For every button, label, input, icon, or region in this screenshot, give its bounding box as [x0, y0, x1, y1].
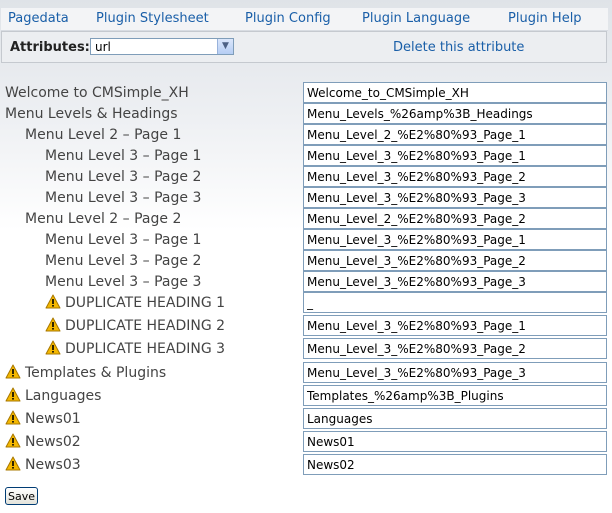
page-row: Menu Level 3 – Page 2	[0, 166, 612, 187]
url-field[interactable]	[303, 385, 607, 406]
warning-icon	[45, 317, 61, 332]
page-heading-label: Menu Levels & Headings	[5, 106, 178, 122]
url-field[interactable]	[303, 124, 607, 145]
page-row: Menu Levels & Headings	[0, 103, 612, 124]
url-field[interactable]	[303, 166, 607, 187]
page-row: DUPLICATE HEADING 1	[0, 292, 612, 313]
url-field[interactable]	[303, 408, 607, 429]
menu-plugin-help[interactable]: Plugin Help	[508, 11, 582, 26]
page-row: Menu Level 3 – Page 1	[0, 145, 612, 166]
url-field[interactable]	[303, 271, 607, 292]
page-heading-label: Templates & Plugins	[25, 365, 167, 381]
url-field[interactable]	[303, 250, 607, 271]
chevron-down-icon[interactable]: ▼	[217, 39, 233, 54]
attributes-select[interactable]: url ▼	[90, 38, 234, 55]
warning-icon	[5, 433, 21, 448]
url-field[interactable]	[303, 454, 607, 475]
plugin-menu-bar: Pagedata Plugin Stylesheet Plugin Config…	[1, 8, 608, 31]
menu-plugin-config[interactable]: Plugin Config	[245, 11, 331, 26]
warning-icon	[45, 294, 61, 309]
page-row: Languages	[0, 385, 612, 406]
page-heading-label: News03	[25, 457, 81, 473]
url-field[interactable]	[303, 292, 607, 313]
page-heading-label: Menu Level 2 – Page 2	[25, 211, 182, 227]
save-button[interactable]: Save	[5, 487, 39, 505]
url-field[interactable]	[303, 208, 607, 229]
attributes-select-value: url	[95, 40, 111, 54]
warning-icon	[45, 340, 61, 355]
attributes-bar: Attributes: url ▼ Delete this attribute	[1, 31, 607, 63]
url-field[interactable]	[303, 315, 607, 336]
page-heading-label: Menu Level 3 – Page 3	[45, 190, 202, 206]
page-heading-label: Menu Level 3 – Page 1	[45, 232, 202, 248]
page-row: Menu Level 3 – Page 2	[0, 250, 612, 271]
menu-plugin-stylesheet[interactable]: Plugin Stylesheet	[96, 11, 209, 26]
warning-icon	[5, 410, 21, 425]
page-row: Menu Level 3 – Page 3	[0, 271, 612, 292]
page-heading-label: Welcome to CMSimple_XH	[5, 85, 189, 101]
url-field[interactable]	[303, 431, 607, 452]
url-field[interactable]	[303, 229, 607, 250]
page-heading-label: News01	[25, 411, 81, 427]
warning-icon	[5, 364, 21, 379]
url-field[interactable]	[303, 362, 607, 383]
page-heading-label: Menu Level 3 – Page 2	[45, 169, 202, 185]
url-field[interactable]	[303, 145, 607, 166]
page-row: News03	[0, 454, 612, 475]
page-heading-label: Menu Level 3 – Page 3	[45, 274, 202, 290]
page-row: Templates & Plugins	[0, 362, 612, 383]
page-heading-label: News02	[25, 434, 81, 450]
url-field[interactable]	[303, 187, 607, 208]
warning-icon	[5, 456, 21, 471]
page-row: Welcome to CMSimple_XH	[0, 82, 612, 103]
page-heading-label: DUPLICATE HEADING 2	[65, 318, 226, 334]
page-row: DUPLICATE HEADING 2	[0, 315, 612, 336]
menu-plugin-language[interactable]: Plugin Language	[362, 11, 470, 26]
attributes-label: Attributes:	[10, 40, 90, 55]
page-row: Menu Level 3 – Page 1	[0, 229, 612, 250]
delete-attribute-link[interactable]: Delete this attribute	[393, 40, 524, 55]
page-row: Menu Level 3 – Page 3	[0, 187, 612, 208]
page-heading-label: Menu Level 3 – Page 2	[45, 253, 202, 269]
menu-pagedata[interactable]: Pagedata	[8, 11, 69, 26]
page-heading-label: Menu Level 2 – Page 1	[25, 127, 182, 143]
url-field[interactable]	[303, 103, 607, 124]
page-row: News01	[0, 408, 612, 429]
url-field[interactable]	[303, 82, 607, 103]
page-heading-label: DUPLICATE HEADING 3	[65, 341, 226, 357]
page-heading-label: DUPLICATE HEADING 1	[65, 295, 226, 311]
url-field[interactable]	[303, 338, 607, 359]
page-row: Menu Level 2 – Page 1	[0, 124, 612, 145]
page-heading-label: Languages	[25, 388, 102, 404]
page-row: Menu Level 2 – Page 2	[0, 208, 612, 229]
warning-icon	[5, 387, 21, 402]
page-row: News02	[0, 431, 612, 452]
page-row: DUPLICATE HEADING 3	[0, 338, 612, 359]
page-heading-label: Menu Level 3 – Page 1	[45, 148, 202, 164]
